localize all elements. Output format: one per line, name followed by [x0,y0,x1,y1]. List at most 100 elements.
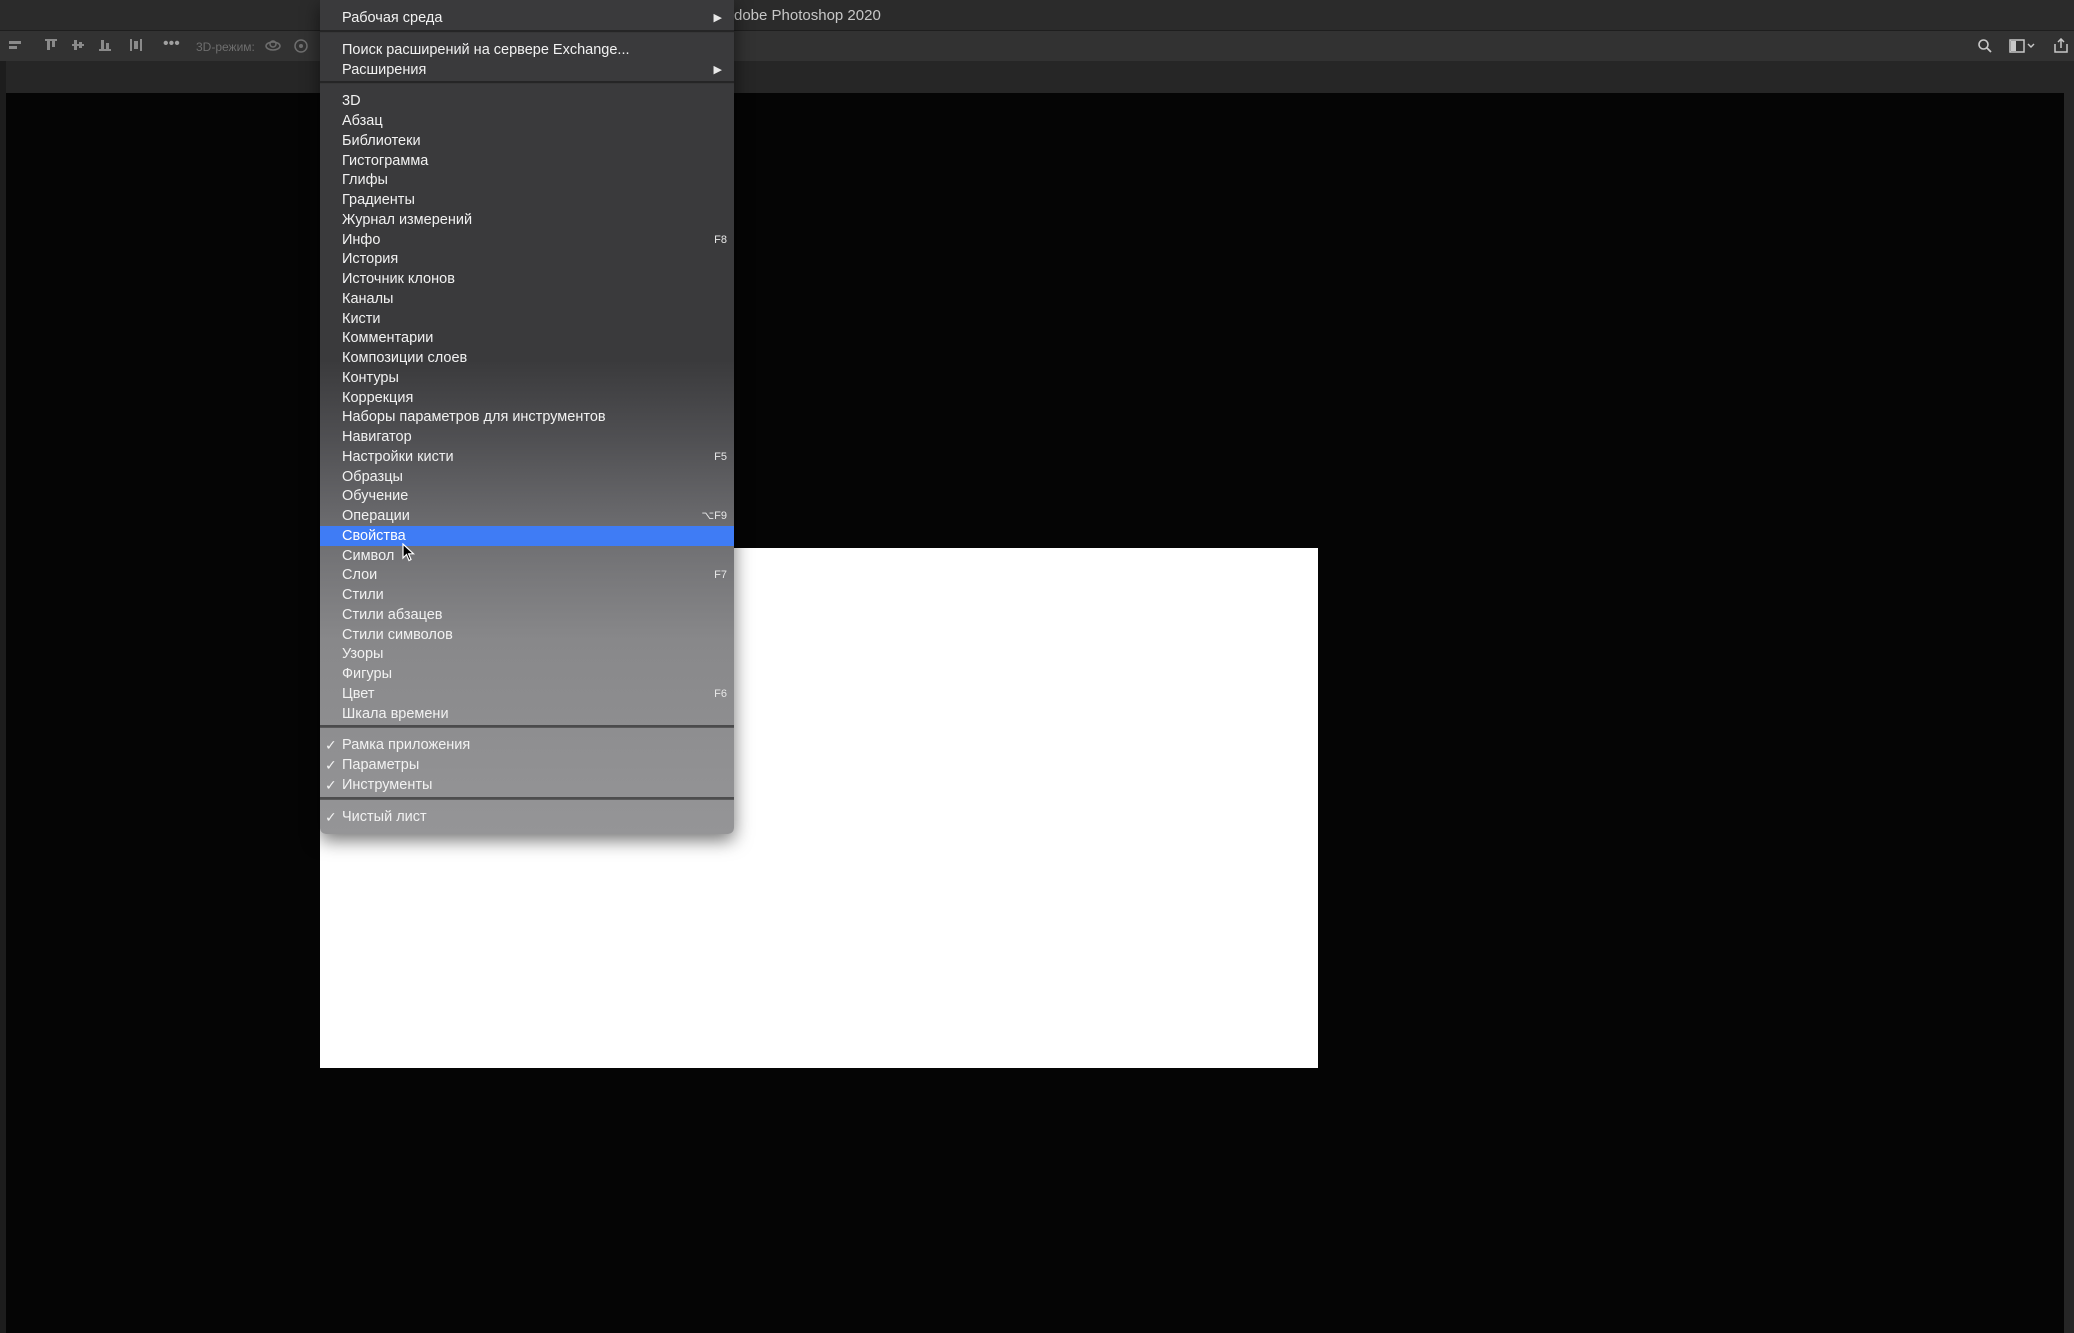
more-icon[interactable]: ••• [163,36,180,52]
menu-item[interactable]: Шкала времени [320,704,734,724]
menu-separator [320,796,734,800]
menu-item-label: Слои [342,567,378,584]
checkmark-icon: ✓ [325,737,337,754]
menu-item[interactable]: Расширения ▶ [320,60,734,80]
menu-item-label: Коррекция [342,389,414,406]
menu-item[interactable]: История [320,249,734,269]
menu-item[interactable]: Стили [320,585,734,605]
menu-item-label: Цвет [342,685,375,702]
menu-item-label: Градиенты [342,192,415,208]
checkmark-icon: ✓ [325,757,337,773]
photoshop-window: dobe Photoshop 2020 ••• 3D-режим: Рабоча… [0,0,2074,1333]
canvas-area[interactable] [6,93,2064,1333]
menu-item-label: Навигатор [342,429,412,445]
menu-item-label: Стили символов [342,626,453,643]
menu-item-label: Библиотеки [342,132,421,149]
menu-item-label: Инфо [342,231,381,248]
orbit-3d-icon[interactable] [264,38,282,54]
menu-item[interactable]: Комментарии [320,328,734,348]
menu-item-label: Расширения [342,61,427,78]
menu-item[interactable]: Поиск расширений на сервере Exchange... [320,40,734,60]
menu-item-label: Шкала времени [342,705,449,722]
menu-item[interactable]: 3D [320,91,734,111]
menu-item-label: Обучение [342,488,409,505]
menu-item[interactable]: Стили абзацев [320,605,734,625]
menu-item-label: Фигуры [342,666,392,682]
menu-item[interactable]: Фигуры [320,664,734,684]
menu-item[interactable]: Узоры [320,644,734,664]
menu-separator [320,81,734,85]
share-icon[interactable] [2052,38,2070,54]
menu-item[interactable]: Цвет F6 [320,684,734,704]
menu-item[interactable]: Свойства [320,525,734,546]
menu-item-label: Комментарии [342,330,434,347]
menu-item-label: Узоры [342,646,384,663]
workspace-icon[interactable] [2009,38,2037,54]
menu-item-shortcut: F7 [714,569,727,582]
menu-item-label: Композиции слоев [342,350,468,366]
checkmark-icon: ✓ [325,808,337,825]
submenu-arrow-icon: ▶ [713,12,722,24]
menu-item[interactable]: Символ [320,546,734,566]
menu-item-label: 3D [342,93,361,110]
menu-item-label: Свойства [342,527,406,544]
menu-item[interactable]: Наборы параметров для инструментов [320,407,734,427]
menu-item[interactable]: Стили символов [320,625,734,645]
menu-item-label: Абзац [342,113,383,129]
menu-item-label: Источник клонов [342,271,455,287]
menu-item-label: Поиск расширений на сервере Exchange... [342,41,630,58]
menu-item[interactable]: Каналы [320,289,734,309]
menu-item-label: Контуры [342,369,399,386]
menu-item-label: Наборы параметров для инструментов [342,409,606,426]
align-bottom-icon[interactable] [98,38,112,52]
mode-3d-label: 3D-режим: [196,40,255,54]
menu-item[interactable]: Абзац [320,111,734,131]
menu-item-label: Рамка приложения [342,737,471,754]
search-icon[interactable] [1977,38,1993,54]
menu-item[interactable]: Рабочая среда ▶ [320,8,734,28]
menu-item-label: Инструменты [342,776,433,793]
align-vcenter-icon[interactable] [71,38,85,52]
menu-item-label: Журнал измерений [342,211,473,228]
menu-item[interactable]: Контуры [320,368,734,388]
menu-item[interactable]: Слои F7 [320,565,734,585]
menu-item[interactable]: Настройки кисти F5 [320,447,734,467]
menu-item-label: Чистый лист [342,808,427,825]
menu-item-label: Кисти [342,310,381,327]
app-title: dobe Photoshop 2020 [734,7,881,24]
menu-item-shortcut: F8 [714,233,727,246]
menu-item[interactable]: Журнал измерений [320,210,734,230]
menu-item[interactable]: Библиотеки [320,131,734,151]
menu-item-label: История [342,251,399,268]
align-top-icon[interactable] [44,38,58,52]
menu-item[interactable]: Обучение [320,486,734,506]
menu-item[interactable]: ✓ Инструменты [320,775,734,795]
menu-item[interactable]: Градиенты [320,190,734,210]
menu-item-label: Каналы [342,290,394,307]
checkmark-icon: ✓ [325,776,337,793]
menu-item[interactable]: Образцы [320,467,734,487]
menu-item[interactable]: Инфо F8 [320,230,734,250]
menu-item-label: Операции [342,508,410,524]
menu-item[interactable]: ✓ Рамка приложения [320,735,734,755]
panel-dock-edge [2064,93,2074,1333]
menu-item[interactable]: Композиции слоев [320,348,734,368]
roll-3d-icon[interactable] [293,38,309,54]
menu-item[interactable]: Гистограмма [320,151,734,171]
menu-item[interactable]: Источник клонов [320,269,734,289]
menu-item-label: Глифы [342,172,388,189]
menu-item[interactable]: ✓ Параметры [320,755,734,775]
menu-item[interactable]: ✓ Чистый лист [320,807,734,827]
menu-item[interactable]: Коррекция [320,388,734,408]
menu-item[interactable]: Операции ⌥F9 [320,506,734,526]
menu-item-label: Гистограмма [342,152,429,169]
align-left-icon[interactable] [8,38,22,52]
menu-item[interactable]: Навигатор [320,427,734,447]
menu-item-label: Образцы [342,468,403,485]
distribute-icon[interactable] [129,38,143,52]
menu-item-shortcut: F5 [714,450,727,463]
submenu-arrow-icon: ▶ [713,63,722,76]
menu-item[interactable]: Кисти [320,309,734,329]
menu-item[interactable]: Глифы [320,170,734,190]
title-bar: dobe Photoshop 2020 [0,0,2074,31]
